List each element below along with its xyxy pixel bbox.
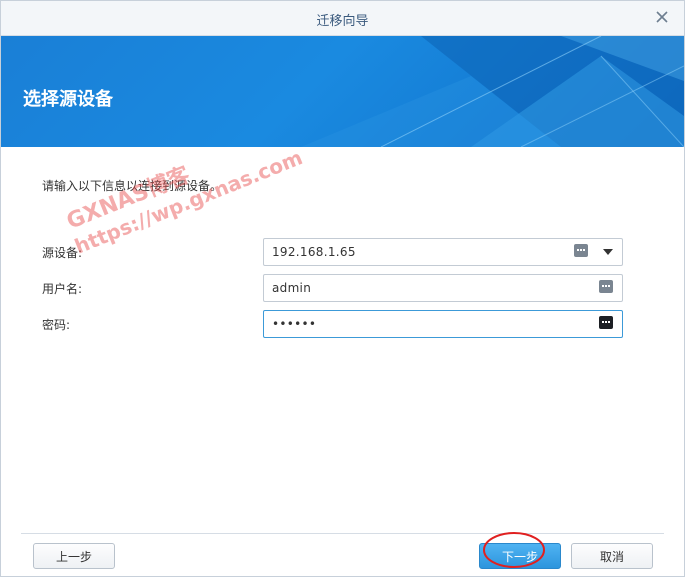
password-value: •••••• — [272, 317, 317, 331]
source-device-input[interactable]: 192.168.1.65 — [263, 238, 623, 266]
migration-wizard-window: 迁移向导 选择源设备 请输入以下信息以连接到源设备。 源设备: 192.168.… — [0, 0, 685, 577]
password-input[interactable]: •••••• — [263, 310, 623, 338]
source-device-label: 源设备: — [42, 246, 83, 260]
title-bar: 迁移向导 — [1, 1, 684, 36]
instruction-text: 请输入以下信息以连接到源设备。 — [42, 179, 223, 193]
window-title: 迁移向导 — [316, 14, 369, 29]
header-banner: 选择源设备 — [1, 36, 684, 147]
close-icon[interactable] — [654, 9, 670, 25]
credential-menu-icon[interactable] — [599, 316, 613, 329]
source-device-value: 192.168.1.65 — [272, 245, 356, 259]
page-heading: 选择源设备 — [23, 89, 113, 110]
previous-step-button[interactable]: 上一步 — [33, 543, 115, 569]
username-input[interactable]: admin — [263, 274, 623, 302]
next-step-button[interactable]: 下一步 — [479, 543, 561, 569]
credential-menu-icon[interactable] — [599, 280, 613, 293]
username-row: 用户名: admin — [42, 274, 623, 302]
source-device-row: 源设备: 192.168.1.65 — [42, 238, 623, 266]
username-label: 用户名: — [42, 282, 83, 296]
credential-menu-icon[interactable] — [574, 244, 588, 257]
password-label: 密码: — [42, 318, 71, 332]
cancel-button[interactable]: 取消 — [571, 543, 653, 569]
footer-divider — [21, 533, 664, 534]
username-value: admin — [272, 281, 312, 295]
password-row: 密码: •••••• — [42, 310, 623, 338]
dropdown-arrow-icon[interactable] — [603, 249, 613, 255]
